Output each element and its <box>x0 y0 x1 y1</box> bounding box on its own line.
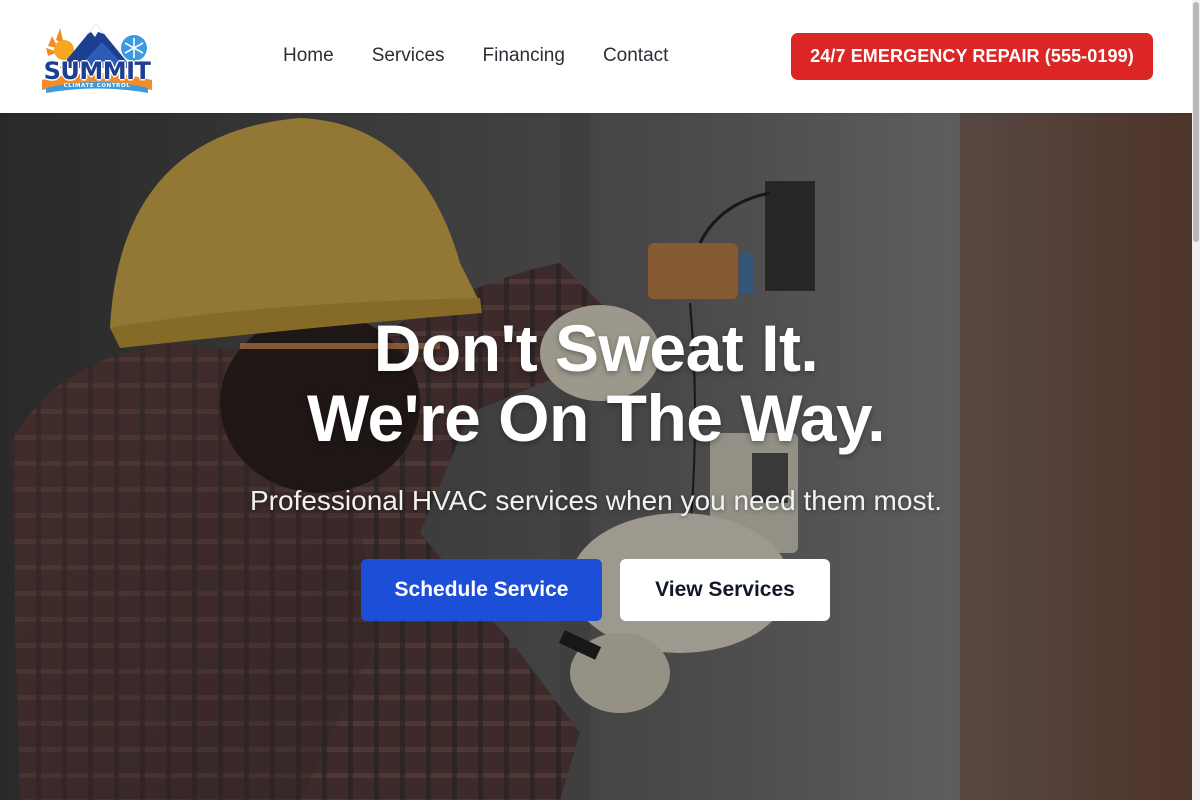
emergency-repair-button[interactable]: 24/7 EMERGENCY REPAIR (555-0199) <box>791 33 1153 80</box>
hero-subtitle: Professional HVAC services when you need… <box>249 485 942 516</box>
logo-link[interactable]: SUMMIT CLIMATE CONTROL <box>38 18 156 96</box>
view-services-button[interactable]: View Services <box>620 559 830 621</box>
hero-content: Don't Sweat It. We're On The Way. Profes… <box>0 113 1192 800</box>
nav-financing[interactable]: Financing <box>483 44 565 68</box>
logo-wordmark: SUMMIT <box>43 57 151 85</box>
nav-home[interactable]: Home <box>283 44 334 68</box>
page: SUMMIT CLIMATE CONTROL Home Services Fin… <box>0 0 1200 800</box>
hero-title-line-1: Don't Sweat It. <box>373 311 819 385</box>
nav-contact[interactable]: Contact <box>603 44 668 68</box>
nav-services[interactable]: Services <box>372 44 445 68</box>
page-scrollbar[interactable] <box>1192 0 1200 800</box>
main-nav: Home Services Financing Contact <box>283 44 668 68</box>
hero-title: Don't Sweat It. We're On The Way. <box>96 313 1096 453</box>
hero-section: Don't Sweat It. We're On The Way. Profes… <box>0 113 1192 800</box>
hero-title-line-2: We're On The Way. <box>306 381 886 455</box>
scrollbar-thumb[interactable] <box>1193 2 1199 242</box>
logo-tagline: CLIMATE CONTROL <box>63 83 131 89</box>
schedule-service-button[interactable]: Schedule Service <box>361 559 602 621</box>
site-header: SUMMIT CLIMATE CONTROL Home Services Fin… <box>0 0 1192 113</box>
